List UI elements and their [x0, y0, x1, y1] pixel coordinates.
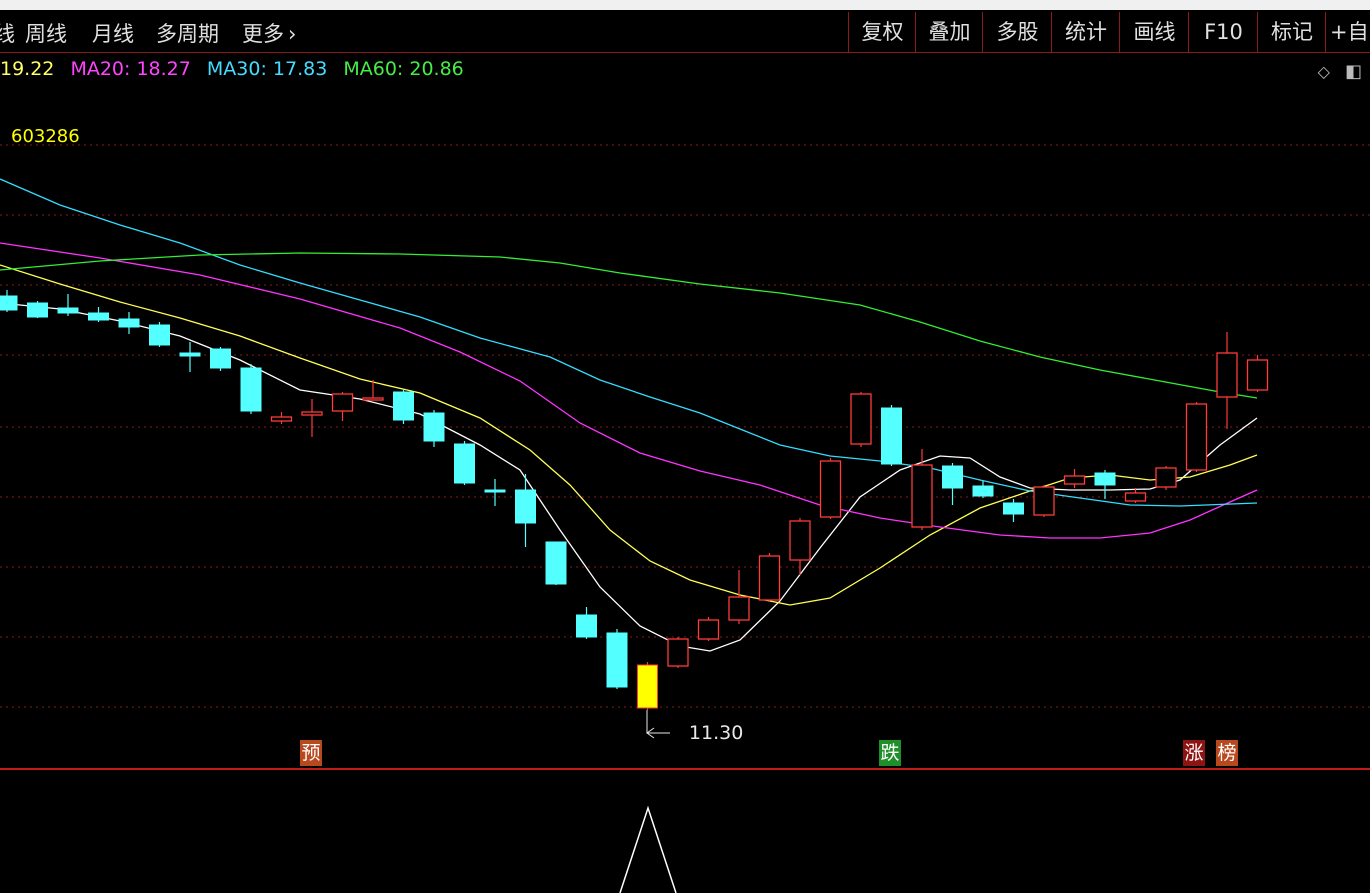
candle-body	[1094, 472, 1116, 486]
ma-line	[0, 242, 1258, 539]
candle-body	[758, 555, 781, 601]
candle-body	[972, 485, 994, 497]
ma-line	[0, 252, 1258, 399]
panel-separator	[0, 768, 1370, 770]
candle-body	[515, 489, 536, 524]
candle-body	[240, 367, 262, 412]
low-price-value: 11.30	[688, 722, 744, 744]
candle-body	[1063, 475, 1086, 485]
candle-body	[301, 411, 323, 416]
candle-body	[545, 541, 567, 585]
tag-forecast[interactable]: 预	[300, 740, 322, 766]
candle-body	[911, 464, 933, 528]
tag-fall[interactable]: 跌	[879, 740, 901, 766]
candle-body	[728, 596, 750, 621]
candle-body	[423, 412, 445, 442]
indicator-spike	[619, 805, 677, 893]
candle-body	[1033, 486, 1055, 516]
candlestick-chart	[0, 144, 1370, 893]
candle-body	[362, 397, 384, 401]
candle-body	[789, 520, 811, 561]
candle-body	[27, 302, 48, 318]
candle-body	[0, 295, 18, 311]
candle-body	[1124, 492, 1147, 502]
candle-body	[942, 465, 963, 489]
candle-body	[210, 348, 231, 369]
low-price-label: ←11.30	[673, 722, 743, 744]
ma-line	[0, 264, 1258, 606]
moving-average-lines	[0, 178, 1258, 652]
tag-rank[interactable]: 榜	[1216, 740, 1238, 766]
candle-body	[393, 391, 414, 421]
candle-body	[1185, 403, 1208, 471]
candle-body	[881, 407, 902, 465]
candle-body	[149, 324, 170, 346]
sub-indicator-line	[619, 805, 677, 893]
candle-body	[118, 318, 140, 328]
candle-body	[179, 352, 201, 357]
candle-body	[454, 443, 475, 484]
candle-body	[850, 393, 872, 445]
candle-body	[331, 393, 354, 412]
low-marker-arrow	[646, 710, 670, 739]
candle-body	[1003, 502, 1024, 515]
candle-body	[697, 619, 720, 640]
candles	[0, 290, 1269, 710]
candle-body	[637, 664, 658, 709]
candle-body	[819, 460, 842, 518]
candle-body	[1155, 467, 1177, 488]
candle-body	[88, 312, 109, 321]
grid-lines	[0, 144, 1370, 708]
ma-line	[0, 178, 1258, 507]
candle-body	[57, 307, 79, 314]
candle-body	[484, 489, 506, 493]
candle-body	[1216, 352, 1238, 398]
candle-body	[606, 632, 628, 688]
candle-body	[1246, 359, 1269, 391]
tag-limit-up[interactable]: 涨	[1183, 740, 1205, 766]
candle-body	[576, 614, 597, 638]
candle-body	[270, 416, 293, 422]
candle-body	[667, 638, 689, 667]
